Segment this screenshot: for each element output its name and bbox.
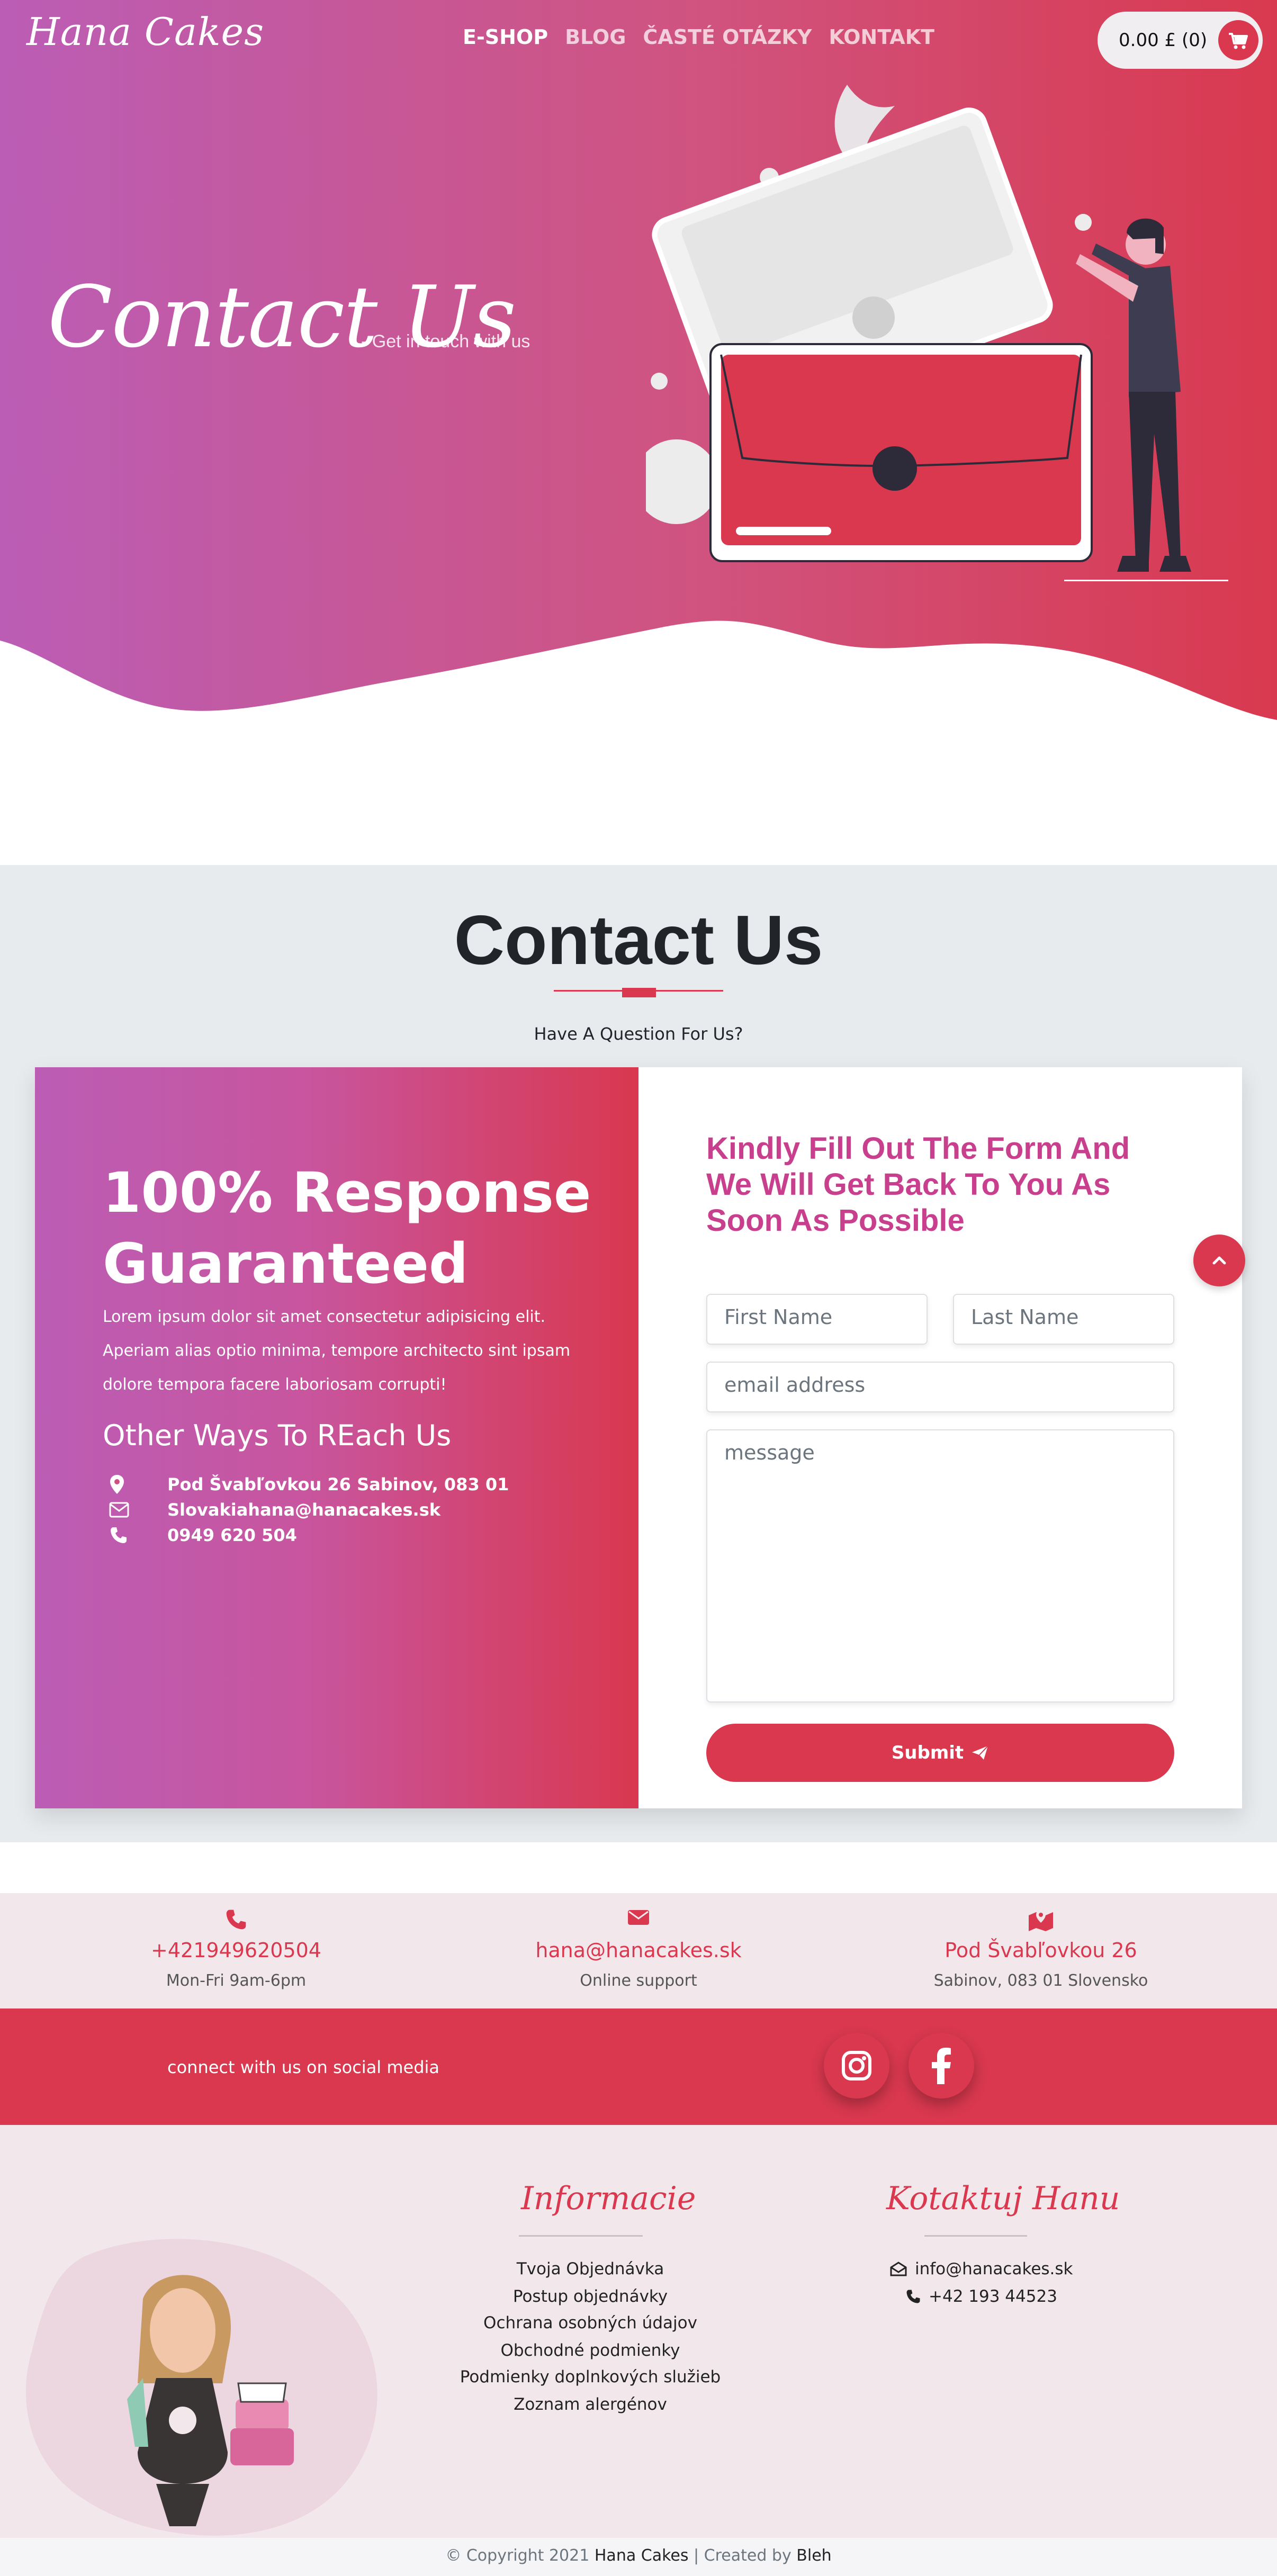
- footer-link-terms[interactable]: Obchodné podmienky: [424, 2341, 757, 2360]
- nav-blog[interactable]: BLOG: [565, 25, 626, 49]
- other-ways-title: Other Ways To REach Us: [103, 1419, 452, 1452]
- phone-row: 0949 620 504: [109, 1524, 297, 1547]
- cart-button[interactable]: [1218, 20, 1258, 60]
- info-address-city: Sabinov, 083 01 Slovensko: [933, 1971, 1148, 1990]
- email-input[interactable]: email address: [706, 1362, 1174, 1412]
- site-logo[interactable]: Hana Cakes: [26, 10, 264, 54]
- copyright-separator: | Created by: [694, 2546, 792, 2565]
- address-text: Pod Švabľovkou 26 Sabinov, 083 01: [167, 1474, 509, 1494]
- info-phone-hours: Mon-Fri 9am-6pm: [166, 1971, 307, 1990]
- footer-info-rule: [519, 2235, 643, 2237]
- footer-phone[interactable]: +42 193 44523: [929, 2287, 1057, 2306]
- map-pin-icon: [109, 1473, 141, 1496]
- map-marker-icon: [1029, 1910, 1053, 1931]
- hana-avatar-illustration: [25, 2239, 377, 2536]
- address-row: Pod Švabľovkou 26 Sabinov, 083 01: [109, 1473, 509, 1496]
- cart-total: 0.00 £ (0): [1119, 30, 1208, 51]
- copyright-prefix: © Copyright 2021: [445, 2546, 590, 2565]
- envelope-outline-icon: [109, 1498, 141, 1521]
- copyright-brand[interactable]: Hana Cakes: [595, 2546, 689, 2565]
- footer-link-privacy[interactable]: Ochrana osobných údajov: [424, 2313, 757, 2332]
- phone-text[interactable]: 0949 620 504: [167, 1525, 297, 1545]
- info-phone-number[interactable]: +421949620504: [23, 1939, 449, 1962]
- footer-email[interactable]: info@hanacakes.sk: [915, 2259, 1073, 2278]
- phone-icon: [906, 2290, 920, 2303]
- email-row: Slovakiahana@hanacakes.sk: [109, 1498, 440, 1521]
- footer-link-process[interactable]: Postup objednávky: [424, 2287, 757, 2306]
- copyright-bar: © Copyright 2021 Hana Cakes | Created by…: [0, 2538, 1277, 2576]
- nav-contact[interactable]: KONTAKT: [829, 25, 934, 49]
- copyright-author[interactable]: Bleh: [796, 2546, 831, 2565]
- contact-card: 100% Response Guaranteed Lorem ipsum dol…: [35, 1067, 1242, 1808]
- response-panel: 100% Response Guaranteed Lorem ipsum dol…: [35, 1067, 638, 1808]
- phone-icon: [109, 1524, 141, 1547]
- title-accent: [622, 988, 656, 997]
- info-email-note: Online support: [580, 1971, 697, 1990]
- footer-email-row: info@hanacakes.sk: [889, 2259, 1073, 2278]
- last-name-input[interactable]: Last Name: [953, 1294, 1174, 1345]
- instagram-icon: [842, 2051, 871, 2080]
- footer-contact-rule: [924, 2235, 1027, 2237]
- phone-icon: [226, 1910, 246, 1930]
- cart-icon: [1229, 33, 1248, 49]
- contact-title: Contact Us: [454, 901, 823, 979]
- info-email-address[interactable]: hana@hanacakes.sk: [426, 1939, 851, 1962]
- paper-plane-icon: [972, 1745, 988, 1760]
- chevron-up-icon: [1212, 1256, 1226, 1265]
- info-address-street: Pod Švabľovkou 26: [945, 1939, 1137, 1962]
- hero-subtitle: - Get in touch with us: [361, 331, 530, 352]
- footer-contact-title: Kotaktuj Hanu: [886, 2180, 1120, 2217]
- scroll-top-button[interactable]: [1193, 1235, 1245, 1286]
- envelope-open-icon: [890, 2262, 907, 2276]
- info-strip: +421949620504 Mon-Fri 9am-6pm hana@hanac…: [0, 1893, 1277, 2008]
- instagram-button[interactable]: [824, 2033, 889, 2098]
- footer: Informacie Tvoja Objednávka Postup objed…: [0, 2125, 1277, 2538]
- submit-button[interactable]: Submit: [706, 1724, 1174, 1782]
- nav-eshop[interactable]: E-SHOP: [463, 25, 548, 49]
- footer-link-services[interactable]: Podmienky doplnkových služieb: [424, 2367, 757, 2386]
- cart-widget[interactable]: 0.00 £ (0): [1098, 12, 1263, 69]
- facebook-icon: [932, 2048, 951, 2084]
- email-text[interactable]: Slovakiahana@hanacakes.sk: [167, 1500, 440, 1520]
- footer-info-title: Informacie: [521, 2180, 696, 2217]
- envelope-icon: [628, 1910, 649, 1925]
- first-name-input[interactable]: First Name: [706, 1294, 928, 1345]
- contact-subtitle: Have A Question For Us?: [534, 1024, 743, 1044]
- social-text: connect with us on social media: [167, 2057, 440, 2077]
- response-heading-line1: 100% Response: [103, 1160, 591, 1225]
- hero-section: Hana Cakes E-SHOP BLOG ČASTÉ OTÁZKY KONT…: [0, 0, 1277, 720]
- response-heading: 100% Response Guaranteed: [103, 1157, 591, 1299]
- social-bar: connect with us on social media: [0, 2008, 1277, 2125]
- nav-faq[interactable]: ČASTÉ OTÁZKY: [643, 25, 812, 49]
- form-title: Kindly Fill Out The Form And We Will Get…: [706, 1131, 1130, 1238]
- footer-link-allergens[interactable]: Zoznam alergénov: [424, 2395, 757, 2414]
- message-textarea[interactable]: message: [706, 1429, 1174, 1703]
- footer-link-order[interactable]: Tvoja Objednávka: [424, 2259, 757, 2278]
- footer-phone-row: +42 193 44523: [905, 2287, 1057, 2306]
- envelope-illustration: [646, 85, 1228, 581]
- facebook-button[interactable]: [909, 2033, 974, 2098]
- response-heading-line2: Guaranteed: [103, 1231, 469, 1296]
- response-body: Lorem ipsum dolor sit amet consectetur a…: [103, 1308, 571, 1394]
- main-nav: E-SHOP BLOG ČASTÉ OTÁZKY KONTAKT: [463, 25, 934, 49]
- submit-label: Submit: [891, 1742, 964, 1763]
